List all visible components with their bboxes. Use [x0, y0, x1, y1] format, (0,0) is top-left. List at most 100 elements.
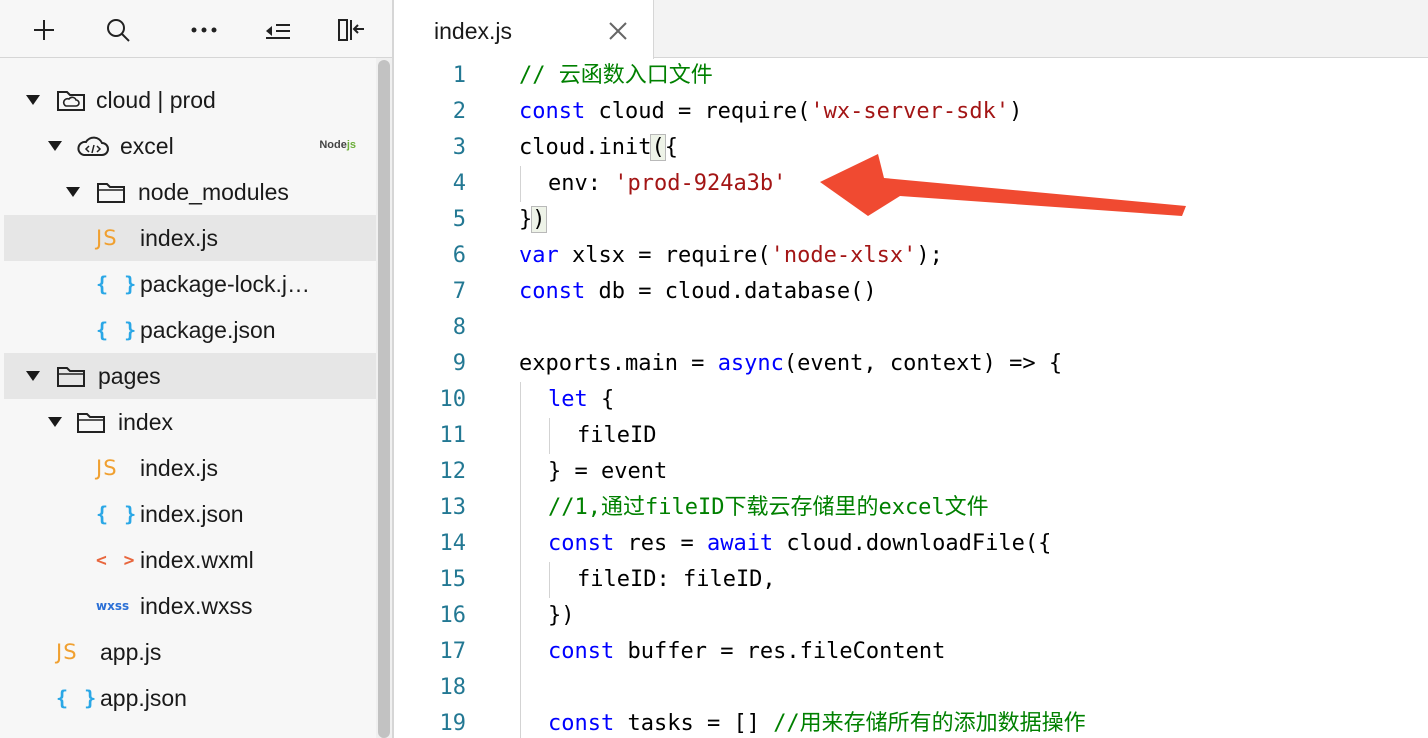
folder-icon [56, 365, 86, 387]
tree-item-label: index.wxss [140, 593, 253, 619]
chevron-down-icon[interactable] [26, 95, 40, 105]
line-number: 14 [439, 531, 467, 556]
tree-item-label: app.json [100, 685, 187, 711]
cloud-folder-icon [56, 89, 86, 111]
wxml-file-icon: < > [96, 549, 138, 571]
tree-item-app-js[interactable]: JS app.js [4, 629, 376, 675]
code-line-9: exports.main = async(event, context) => … [519, 346, 1062, 382]
chevron-down-icon[interactable] [48, 141, 62, 151]
code-text: tasks = [] [614, 711, 774, 736]
code-string: 'wx-server-sdk' [810, 99, 1010, 124]
code-text: } = event [548, 459, 668, 484]
code-comment: //1,通过fileID下载云存储里的excel文件 [548, 495, 989, 520]
indent-guide [549, 562, 550, 598]
nodejs-badge: Nodejs [319, 139, 356, 151]
tree-item-pages-index-wxml[interactable]: < > index.wxml [4, 537, 376, 583]
tree-item-index-js[interactable]: JS index.js [4, 215, 376, 261]
code-line-2: const cloud = require('wx-server-sdk') [519, 94, 1022, 130]
line-number: 12 [439, 459, 467, 484]
code-text: cloud = require( [585, 99, 811, 124]
code-keyword: async [717, 351, 784, 376]
search-icon[interactable] [98, 12, 138, 48]
code-string: 'node-xlsx' [770, 243, 917, 268]
code-text: exports.main = [519, 351, 718, 376]
tab-index-js[interactable]: index.js [394, 0, 654, 59]
chevron-down-icon[interactable] [66, 187, 80, 197]
tree-item-label: index [118, 409, 173, 435]
code-text: { [664, 135, 678, 160]
tree-item-label: index.js [140, 225, 218, 251]
tree-item-pages-index-js[interactable]: JS index.js [4, 445, 376, 491]
tree-item-package-lock[interactable]: { } package-lock.j… [4, 261, 376, 307]
code-line-17: const buffer = res.fileContent [548, 634, 945, 670]
code-text: env: [548, 171, 615, 196]
line-number: 10 [439, 387, 467, 412]
code-line-7: const db = cloud.database() [519, 274, 877, 310]
scrollbar-thumb[interactable] [378, 60, 390, 738]
tree-item-index-folder[interactable]: index [4, 399, 376, 445]
tree-item-package-json[interactable]: { } package.json [4, 307, 376, 353]
code-text: buffer = res.fileContent [614, 639, 946, 664]
line-number: 5 [452, 207, 466, 232]
code-text: res = [614, 531, 707, 556]
split-panel-icon[interactable] [332, 12, 372, 48]
code-line-5: }) [519, 202, 547, 238]
code-text: ) [1009, 99, 1023, 124]
close-icon[interactable] [608, 21, 628, 41]
json-file-icon: { } [96, 272, 139, 296]
code-keyword: const [519, 279, 586, 304]
line-number: 8 [452, 315, 466, 340]
tree-item-label: package-lock.j… [140, 271, 311, 297]
code-text: cloud.downloadFile({ [773, 531, 1052, 556]
code-editor[interactable]: 1 2 3 4 5 6 7 8 9 10 11 12 13 14 15 16 1… [394, 59, 1428, 738]
tree-item-excel[interactable]: excel Nodejs [4, 123, 376, 169]
tree-item-label: index.json [140, 501, 244, 527]
file-explorer-sidebar: cloud | prod excel Nodejs node_modules J… [0, 0, 392, 738]
code-line-6: var xlsx = require('node-xlsx'); [519, 238, 943, 274]
tree-item-label: cloud | prod [96, 87, 216, 113]
tree-item-label: node_modules [138, 179, 289, 205]
line-number: 2 [452, 99, 466, 124]
more-icon[interactable] [184, 12, 224, 48]
code-keyword: const [519, 99, 586, 124]
tree-item-cloud-prod[interactable]: cloud | prod [4, 77, 376, 123]
code-line-11: fileID [577, 418, 656, 454]
code-keyword: const [548, 711, 615, 736]
tree-item-pages[interactable]: pages [4, 353, 376, 399]
code-line-19: const tasks = [] //用来存储所有的添加数据操作 [548, 706, 1086, 738]
line-number: 9 [452, 351, 466, 376]
tree-item-label: index.wxml [140, 547, 254, 573]
code-text: (event, context) => { [783, 351, 1063, 376]
code-comment: // 云函数入口文件 [519, 63, 713, 88]
line-number: 4 [452, 171, 466, 196]
code-keyword: const [548, 531, 615, 556]
tree-item-app-json[interactable]: { } app.json [4, 675, 376, 721]
code-text: cloud.init [519, 135, 652, 160]
line-number: 3 [452, 135, 466, 160]
line-number: 16 [439, 603, 467, 628]
code-string: 'prod-924a3b' [614, 171, 787, 196]
chevron-down-icon[interactable] [48, 417, 62, 427]
code-line-15: fileID: fileID, [577, 562, 776, 598]
line-number: 17 [439, 639, 467, 664]
chevron-down-icon[interactable] [26, 371, 40, 381]
tree-item-pages-index-json[interactable]: { } index.json [4, 491, 376, 537]
line-number: 6 [452, 243, 466, 268]
code-comment: //用来存储所有的添加数据操作 [773, 711, 1086, 736]
sidebar-scrollbar[interactable] [376, 58, 392, 738]
code-keyword: await [706, 531, 774, 556]
tree-item-node-modules[interactable]: node_modules [4, 169, 376, 215]
code-keyword: let [548, 387, 588, 412]
line-number: 7 [452, 279, 466, 304]
folder-icon [96, 181, 126, 203]
cloud-function-icon [76, 135, 110, 157]
line-number: 18 [439, 675, 467, 700]
indent-guide [520, 382, 521, 738]
indent-guide [549, 418, 550, 454]
add-icon[interactable] [24, 12, 64, 48]
code-line-12: } = event [548, 454, 667, 490]
code-text: fileID [577, 423, 657, 448]
tree-item-pages-index-wxss[interactable]: wxss index.wxss [4, 583, 376, 629]
collapse-all-icon[interactable] [258, 12, 298, 48]
code-text: { [587, 387, 615, 412]
